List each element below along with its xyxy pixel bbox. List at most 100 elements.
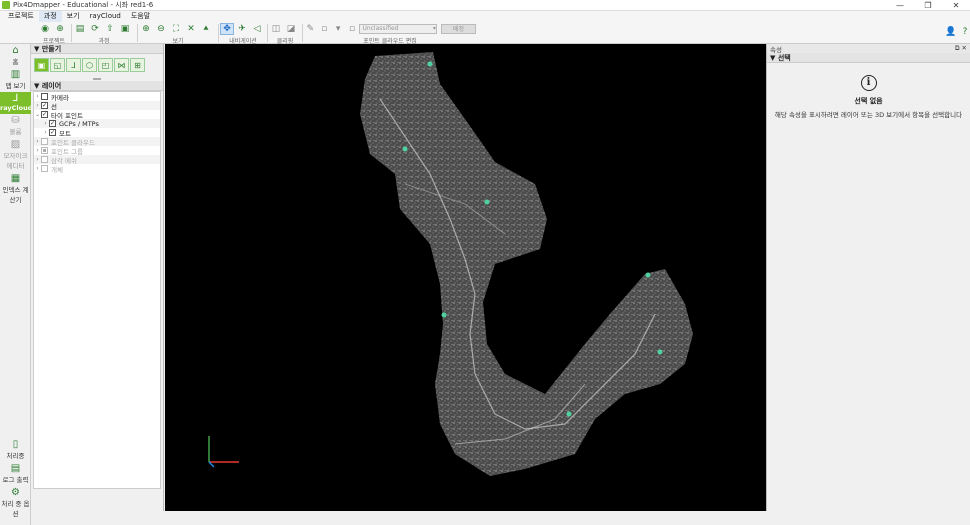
output-icon[interactable]: ▣ xyxy=(118,23,132,35)
layers-panel-header[interactable]: ▼ 레이어 xyxy=(31,81,163,91)
view-plane-icon[interactable]: ⯅ xyxy=(199,23,213,35)
create-volume-icon[interactable]: ⬡ xyxy=(82,58,97,72)
properties-panel-titlebar: 속성 ⧉ ✕ xyxy=(767,44,970,54)
expand-arrow-icon[interactable]: › xyxy=(34,165,41,172)
expand-arrow-icon[interactable]: › xyxy=(34,102,41,109)
close-button[interactable]: ✕ xyxy=(942,0,970,11)
gcp-marker[interactable] xyxy=(402,146,408,152)
help-icon[interactable]: ? xyxy=(960,26,970,38)
create-surface-icon[interactable]: ⅃ xyxy=(66,58,81,72)
collapse-arrow-icon: ▼ xyxy=(34,82,42,90)
log-icon: ▤ xyxy=(10,463,21,474)
point-class-select[interactable]: Unclassified ▾ xyxy=(359,23,437,34)
zoom-out-icon[interactable]: ⊖ xyxy=(154,23,168,35)
layers-tree: › 카메라 › ✓ 선 ⌄ ✓ 타이 포인트 › ✓ GCPs / MTPs › xyxy=(33,91,161,489)
collapse-arrow-icon: ▼ xyxy=(34,45,42,53)
nav-processing-label: 처리중 xyxy=(6,452,25,460)
zoom-extent-icon[interactable]: ⛶ xyxy=(169,23,183,35)
edit-brush-icon[interactable]: ✎ xyxy=(304,23,317,35)
collapse-arrow-icon[interactable]: ⌄ xyxy=(34,111,41,118)
run-process-icon[interactable]: ⟳ xyxy=(88,23,102,35)
class-color-icon[interactable]: ▫ xyxy=(346,23,359,35)
clipping-box-icon[interactable]: ◫ xyxy=(269,23,283,35)
export-icon[interactable]: ⇧ xyxy=(103,23,117,35)
nav-map-view[interactable]: ▥ 맵 보기 xyxy=(0,68,31,92)
expand-arrow-icon[interactable]: › xyxy=(42,120,49,127)
layer-checkbox[interactable]: ▪ xyxy=(41,147,48,154)
create-polyline-icon[interactable]: ◱ xyxy=(50,58,65,72)
panel-float-close-icon[interactable]: ⧉ ✕ xyxy=(955,44,967,53)
selection-dropdown-icon[interactable]: ▾ xyxy=(332,23,345,35)
layer-checkbox[interactable]: ✓ xyxy=(49,129,56,136)
toolbar-group-point-cloud-edit: ✎ ▫ ▾ ▫ Unclassified ▾ 배정 포인트 클라우드 편집 xyxy=(304,22,476,45)
expand-arrow-icon[interactable]: › xyxy=(34,138,41,145)
camera-view-icon[interactable]: ◁ xyxy=(250,23,264,35)
report-icon[interactable]: ▤ xyxy=(73,23,87,35)
nav-mosaic-editor[interactable]: ▨ 모자이크 에디터 xyxy=(0,138,31,172)
menu-raycloud[interactable]: rayCloud xyxy=(85,11,126,22)
selection-section-header[interactable]: ▼ 선택 xyxy=(767,53,970,63)
layer-checkbox[interactable]: ✓ xyxy=(41,111,48,118)
window-title: Pix4Dmapper - Educational - 시좌 red1-6 xyxy=(13,1,154,9)
nav-volume[interactable]: ⛁ 볼륨 xyxy=(0,114,31,138)
layer-tie-points[interactable]: ⌄ ✓ 타이 포인트 xyxy=(34,110,160,120)
create-point-icon[interactable]: ▣ xyxy=(34,58,49,72)
gcp-marker[interactable] xyxy=(657,349,663,355)
info-icon: i xyxy=(860,75,877,91)
gcp-marker[interactable] xyxy=(441,312,447,318)
menu-process[interactable]: 과정 xyxy=(38,11,62,22)
user-account-icon[interactable]: 👤 xyxy=(944,26,958,38)
nav-log-output[interactable]: ▤ 로그 출력 xyxy=(0,462,31,486)
nav-index-calculator[interactable]: ▦ 인덱스 계산기 xyxy=(0,172,31,206)
menu-project[interactable]: 프로젝트 xyxy=(3,11,39,22)
clipping-edit-icon[interactable]: ◪ xyxy=(284,23,298,35)
navigate-icon[interactable]: ✥ xyxy=(220,22,234,35)
layer-objects[interactable]: › 개체 xyxy=(34,164,160,174)
minimize-button[interactable]: — xyxy=(886,0,914,11)
expand-arrow-icon[interactable]: › xyxy=(42,129,49,136)
properties-panel-title: 속성 xyxy=(770,45,782,54)
nav-processing[interactable]: ▯ 처리중 xyxy=(0,438,31,462)
zoom-all-icon[interactable]: ✕ xyxy=(184,23,198,35)
no-selection-description: 해당 속성을 표시하려면 레이어 또는 3D 보기에서 항목을 선택합니다 xyxy=(774,111,963,119)
maximize-button[interactable]: ❐ xyxy=(914,0,942,11)
toolbar-divider xyxy=(302,24,303,42)
expand-arrow-icon[interactable]: › xyxy=(34,156,41,163)
layer-gcps-mtps[interactable]: › ✓ GCPs / MTPs xyxy=(34,119,160,128)
nav-raycloud[interactable]: ⅃ rayCloud xyxy=(0,92,32,114)
axis-gizmo xyxy=(208,436,239,468)
point-cloud-render[interactable] xyxy=(165,44,766,511)
project-options-icon[interactable]: ⊕ xyxy=(53,23,67,35)
open-project-icon[interactable]: ◉ xyxy=(38,23,52,35)
fly-icon[interactable]: ✈ xyxy=(235,23,249,35)
gcp-marker[interactable] xyxy=(427,61,433,67)
toolbar-group-view: ⊕ ⊖ ⛶ ✕ ⯅ 보기 xyxy=(139,22,217,46)
expand-arrow-icon[interactable]: › xyxy=(34,147,41,154)
menu-view[interactable]: 보기 xyxy=(62,11,85,22)
create-video-icon[interactable]: ◰ xyxy=(98,58,113,72)
3d-viewport[interactable] xyxy=(165,44,766,511)
layer-checkbox[interactable] xyxy=(41,165,48,172)
gcp-marker[interactable] xyxy=(566,411,572,417)
layer-checkbox[interactable]: ✓ xyxy=(41,102,48,109)
create-panel-header[interactable]: ▼ 만들기 xyxy=(31,44,163,54)
create-measure-icon[interactable]: ⋈ xyxy=(114,58,129,72)
zoom-in-icon[interactable]: ⊕ xyxy=(139,23,153,35)
menu-help[interactable]: 도움말 xyxy=(126,11,155,22)
layer-checkbox[interactable] xyxy=(41,156,48,163)
toolbar-divider xyxy=(137,24,138,42)
selection-icon[interactable]: ▫ xyxy=(318,23,331,35)
status-bar xyxy=(31,511,970,525)
layer-checkbox[interactable] xyxy=(41,93,48,100)
layer-checkbox[interactable] xyxy=(41,138,48,145)
toolbar-group-process: ▤ ⟳ ⇧ ▣ 과정 xyxy=(73,22,135,46)
expand-arrow-icon[interactable]: › xyxy=(34,93,41,100)
assign-class-button[interactable]: 배정 xyxy=(440,23,476,34)
nav-processing-options[interactable]: ⚙ 처리 중 옵션 xyxy=(0,486,31,520)
gcp-marker[interactable] xyxy=(484,199,490,205)
toolbar-divider xyxy=(267,24,268,42)
gcp-marker[interactable] xyxy=(645,272,651,278)
create-ortho-icon[interactable]: ⊞ xyxy=(130,58,145,72)
layer-checkbox[interactable]: ✓ xyxy=(49,120,56,127)
nav-home[interactable]: ⌂ 홈 xyxy=(0,44,31,68)
